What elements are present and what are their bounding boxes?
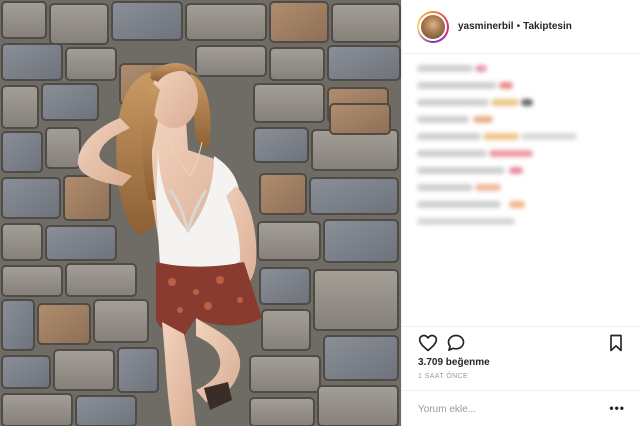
header-separator: • — [516, 21, 521, 32]
blurred-comment — [417, 79, 627, 91]
blurred-comment — [417, 164, 627, 176]
bookmark-icon[interactable] — [606, 333, 626, 353]
comment-input[interactable] — [418, 402, 598, 416]
likes-count[interactable]: 3.709 beğenme — [418, 357, 490, 368]
comments-list — [417, 62, 627, 232]
blurred-comment — [417, 198, 627, 210]
blurred-comment — [417, 62, 627, 74]
post-sidebar: yasminerbil • Takiptesin 3.709 beğenme 1… — [401, 0, 640, 426]
post-photo-illustration — [0, 0, 401, 426]
action-bar — [402, 326, 640, 356]
post-timestamp: 1 SAAT ÖNCE — [418, 373, 469, 380]
add-comment-bar: ••• — [402, 390, 640, 426]
following-status[interactable]: Takiptesin — [523, 21, 572, 32]
heart-icon[interactable] — [418, 333, 438, 353]
blurred-comment — [417, 181, 627, 193]
comment-bubble-icon[interactable] — [446, 333, 466, 353]
blurred-comment — [417, 130, 627, 142]
post-header: yasminerbil • Takiptesin — [402, 0, 640, 54]
more-options-icon[interactable]: ••• — [609, 401, 625, 415]
avatar-image — [419, 12, 447, 41]
avatar[interactable] — [417, 10, 449, 43]
blurred-comment — [417, 147, 627, 159]
blurred-comment — [417, 96, 627, 108]
blurred-comment — [417, 215, 627, 227]
blurred-comment — [417, 113, 627, 125]
username-link[interactable]: yasminerbil — [458, 21, 514, 32]
post-photo[interactable] — [0, 0, 401, 426]
